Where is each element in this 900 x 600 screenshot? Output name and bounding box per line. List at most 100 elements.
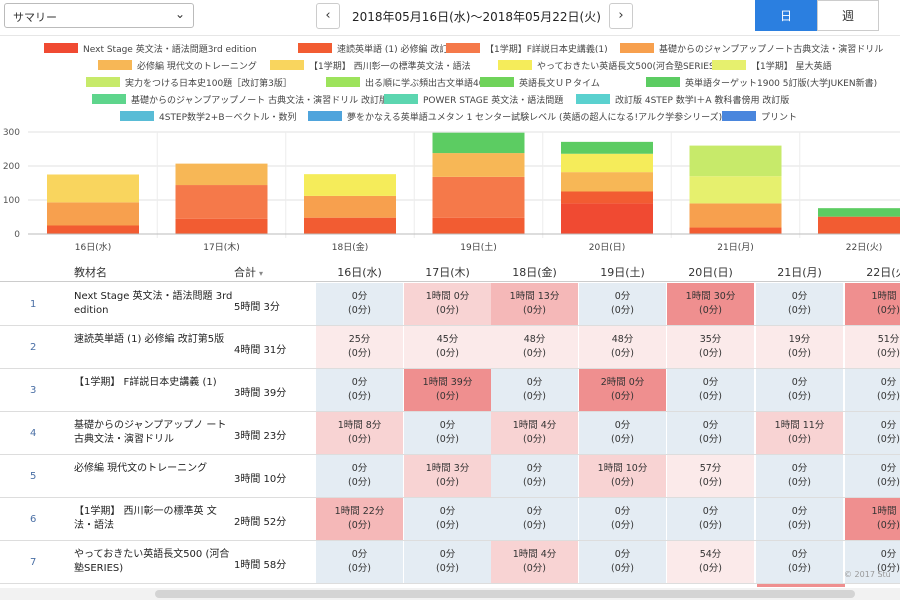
next-week-button[interactable]: › bbox=[609, 3, 633, 29]
total-time: 2時間 52分 bbox=[234, 517, 287, 528]
time-cell[interactable]: 1時間 39分 (0分) bbox=[404, 369, 491, 411]
time-cell[interactable]: 1時間 3 (0分) bbox=[845, 498, 900, 540]
table-row[interactable]: 1 Next Stage 英文法・語法問題 3rd edition 5時間 3分 0分… bbox=[0, 283, 900, 326]
view-select[interactable]: サマリー ⌄ bbox=[4, 3, 194, 28]
time-cell[interactable]: 57分 (0分) bbox=[667, 455, 754, 497]
bar-segment bbox=[175, 185, 268, 219]
legend-item[interactable]: Next Stage 英文法・語法問題3rd edition bbox=[44, 43, 257, 55]
col-header-total[interactable]: 合計 ▾ bbox=[234, 264, 263, 280]
x-tick-label: 19日(土) bbox=[460, 241, 496, 253]
time-cell[interactable]: 0分 (0分) bbox=[579, 498, 666, 540]
time-cell[interactable]: 19分 (0分) bbox=[756, 326, 843, 368]
time-cell[interactable]: 45分 (0分) bbox=[404, 326, 491, 368]
cell-time: 0分 bbox=[702, 377, 719, 388]
cell-time: 0分 bbox=[614, 420, 631, 431]
time-cell[interactable]: 0分 (0分) bbox=[316, 283, 403, 325]
legend-item[interactable]: 英単語ターゲット1900 5訂版(大学JUKEN新書) bbox=[646, 77, 877, 89]
time-cell[interactable]: 48分 (0分) bbox=[491, 326, 578, 368]
legend-item[interactable]: プリント bbox=[722, 111, 797, 123]
time-cell[interactable]: 51分 (0分) bbox=[845, 326, 900, 368]
time-cell[interactable]: 0分 (0分) bbox=[316, 369, 403, 411]
legend-item[interactable]: 【1学期】 西川彰一の標準英文法・語法 bbox=[270, 60, 471, 72]
time-cell[interactable]: 1時間 2 (0分) bbox=[845, 283, 900, 325]
time-cell[interactable]: 0分 (0分) bbox=[667, 369, 754, 411]
time-cell[interactable]: 0分 (0分) bbox=[845, 412, 900, 454]
legend-item[interactable]: POWER STAGE 英文法・語法問題 bbox=[384, 94, 563, 106]
time-cell[interactable]: 1時間 4分 (0分) bbox=[491, 541, 578, 583]
table-row[interactable]: 7 やっておきたい英語長文500 (河合塾SERIES) 1時間 58分 0分 (0分)… bbox=[0, 541, 900, 584]
row-number: 3 bbox=[30, 385, 37, 396]
cell-subtime: (0分) bbox=[523, 434, 546, 445]
time-cell[interactable]: 1時間 3分 (0分) bbox=[404, 455, 491, 497]
cell-time: 1時間 4分 bbox=[512, 420, 557, 431]
time-cell[interactable]: 0分 (0分) bbox=[491, 369, 578, 411]
table-row[interactable]: 3 【1学期】 F詳説日本史講義 (1) 3時間 39分 0分 (0分) 1時間 39分 (… bbox=[0, 369, 900, 412]
cell-subtime: (0分) bbox=[436, 520, 459, 531]
time-cell[interactable]: 0分 (0分) bbox=[756, 455, 843, 497]
legend-item[interactable]: 英語長文ＵＰタイム bbox=[480, 77, 600, 89]
time-cell[interactable]: 0分 (0分) bbox=[756, 498, 843, 540]
legend-item[interactable]: 実力をつける日本史100題［改訂第3版］ bbox=[86, 77, 292, 89]
legend-item[interactable]: 必修編 現代文のトレーニング bbox=[98, 60, 257, 72]
legend-item[interactable]: 基礎からのジャンプアップノート 古典文法・演習ドリル 改訂版 bbox=[92, 94, 388, 106]
time-cell[interactable]: 25分 (0分) bbox=[316, 326, 403, 368]
time-cell[interactable]: 0分 (0分) bbox=[404, 498, 491, 540]
time-cell[interactable]: 0分 (0分) bbox=[845, 369, 900, 411]
time-cell[interactable]: 1時間 0分 (0分) bbox=[404, 283, 491, 325]
legend-item[interactable]: 改訂版 4STEP 数学Ⅰ＋A 教科書傍用 改訂版 bbox=[576, 94, 789, 106]
legend-swatch bbox=[298, 43, 332, 53]
time-cell[interactable]: 1時間 22分 (0分) bbox=[316, 498, 403, 540]
table-row[interactable]: 2 速読英単語 (1) 必修編 改訂第5版 4時間 31分 25分 (0分) 45分 (0分… bbox=[0, 326, 900, 369]
time-cell[interactable]: 0分 (0分) bbox=[316, 541, 403, 583]
time-cell[interactable]: 1時間 30分 (0分) bbox=[667, 283, 754, 325]
legend-item[interactable]: 【1学期】 星大英語 bbox=[712, 60, 832, 72]
view-day-button[interactable]: 日 bbox=[755, 0, 817, 31]
y-tick-label: 200 bbox=[3, 162, 20, 172]
time-cell[interactable]: 1時間 8分 (0分) bbox=[316, 412, 403, 454]
table-row[interactable]: 6 【1学期】 西川彰一の標準英 文法・語法 2時間 52分 1時間 22分 (0分) 0… bbox=[0, 498, 900, 541]
time-cell[interactable]: 1時間 13分 (0分) bbox=[491, 283, 578, 325]
time-cell[interactable]: 0分 (0分) bbox=[756, 541, 843, 583]
time-cell[interactable]: 0分 (0分) bbox=[579, 541, 666, 583]
scroll-thumb[interactable] bbox=[155, 590, 855, 598]
table-row[interactable]: 4 基礎からのジャンプアップノ ート古典文法・演習ドリル 3時間 23分 1時間 8分… bbox=[0, 412, 900, 455]
time-cell[interactable]: 1時間 11分 (0分) bbox=[756, 412, 843, 454]
legend-item[interactable]: 4STEP数学2+B－ベクトル・数列 bbox=[120, 111, 297, 123]
time-cell[interactable]: 0分 (0分) bbox=[845, 455, 900, 497]
legend-item[interactable]: 【1学期】F詳説日本史講義(1) bbox=[446, 43, 608, 55]
legend-item[interactable]: 出る順に学ぶ頻出古文単語400 bbox=[326, 77, 490, 89]
cell-time: 0分 bbox=[351, 291, 368, 302]
time-cell[interactable]: 0分 (0分) bbox=[756, 369, 843, 411]
time-cell[interactable]: 0分 (0分) bbox=[579, 283, 666, 325]
col-header-day: 16日(水) bbox=[337, 266, 382, 279]
time-cell[interactable]: 1時間 4分 (0分) bbox=[491, 412, 578, 454]
horizontal-scrollbar[interactable] bbox=[0, 588, 900, 600]
cell-subtime: (0分) bbox=[523, 520, 546, 531]
cell-subtime: (0分) bbox=[436, 563, 459, 574]
time-cell[interactable]: 0分 (0分) bbox=[404, 541, 491, 583]
time-cell[interactable]: 54分 (0分) bbox=[667, 541, 754, 583]
prev-week-button[interactable]: ‹ bbox=[316, 3, 340, 29]
bar-segment bbox=[561, 203, 653, 234]
time-cell[interactable]: 35分 (0分) bbox=[667, 326, 754, 368]
time-cell[interactable]: 2時間 0分 (0分) bbox=[579, 369, 666, 411]
time-cell[interactable]: 0分 (0分) bbox=[667, 412, 754, 454]
legend-item[interactable]: 夢をかなえる英単語ユメタン 1 センター試験レベル (英語の超人になる!アルク学… bbox=[308, 111, 722, 123]
time-cell[interactable]: 0分 (0分) bbox=[316, 455, 403, 497]
legend-item[interactable]: 基礎からのジャンプアップノート古典文法・演習ドリル bbox=[620, 43, 883, 55]
time-cell[interactable]: 0分 (0分) bbox=[491, 498, 578, 540]
time-cell[interactable]: 1時間 10分 (0分) bbox=[579, 455, 666, 497]
time-cell[interactable]: 48分 (0分) bbox=[579, 326, 666, 368]
time-cell[interactable]: 0分 (0分) bbox=[579, 412, 666, 454]
legend-label: 【1学期】F詳説日本史講義(1) bbox=[485, 45, 608, 55]
time-cell[interactable]: 0分 (0分) bbox=[404, 412, 491, 454]
cell-subtime: (0分) bbox=[788, 477, 811, 488]
view-week-button[interactable]: 週 bbox=[817, 0, 879, 31]
cell-time: 1時間 0分 bbox=[425, 291, 470, 302]
legend-item[interactable]: やっておきたい英語長文500(河合塾SERIES) bbox=[498, 60, 718, 72]
time-cell[interactable]: 0分 (0分) bbox=[756, 283, 843, 325]
table-row[interactable]: 5 必修編 現代文のトレーニング 3時間 10分 0分 (0分) 1時間 3分 (0分) 0分… bbox=[0, 455, 900, 498]
time-cell[interactable]: 0分 (0分) bbox=[491, 455, 578, 497]
cell-subtime: (0分) bbox=[877, 477, 900, 488]
time-cell[interactable]: 0分 (0分) bbox=[667, 498, 754, 540]
